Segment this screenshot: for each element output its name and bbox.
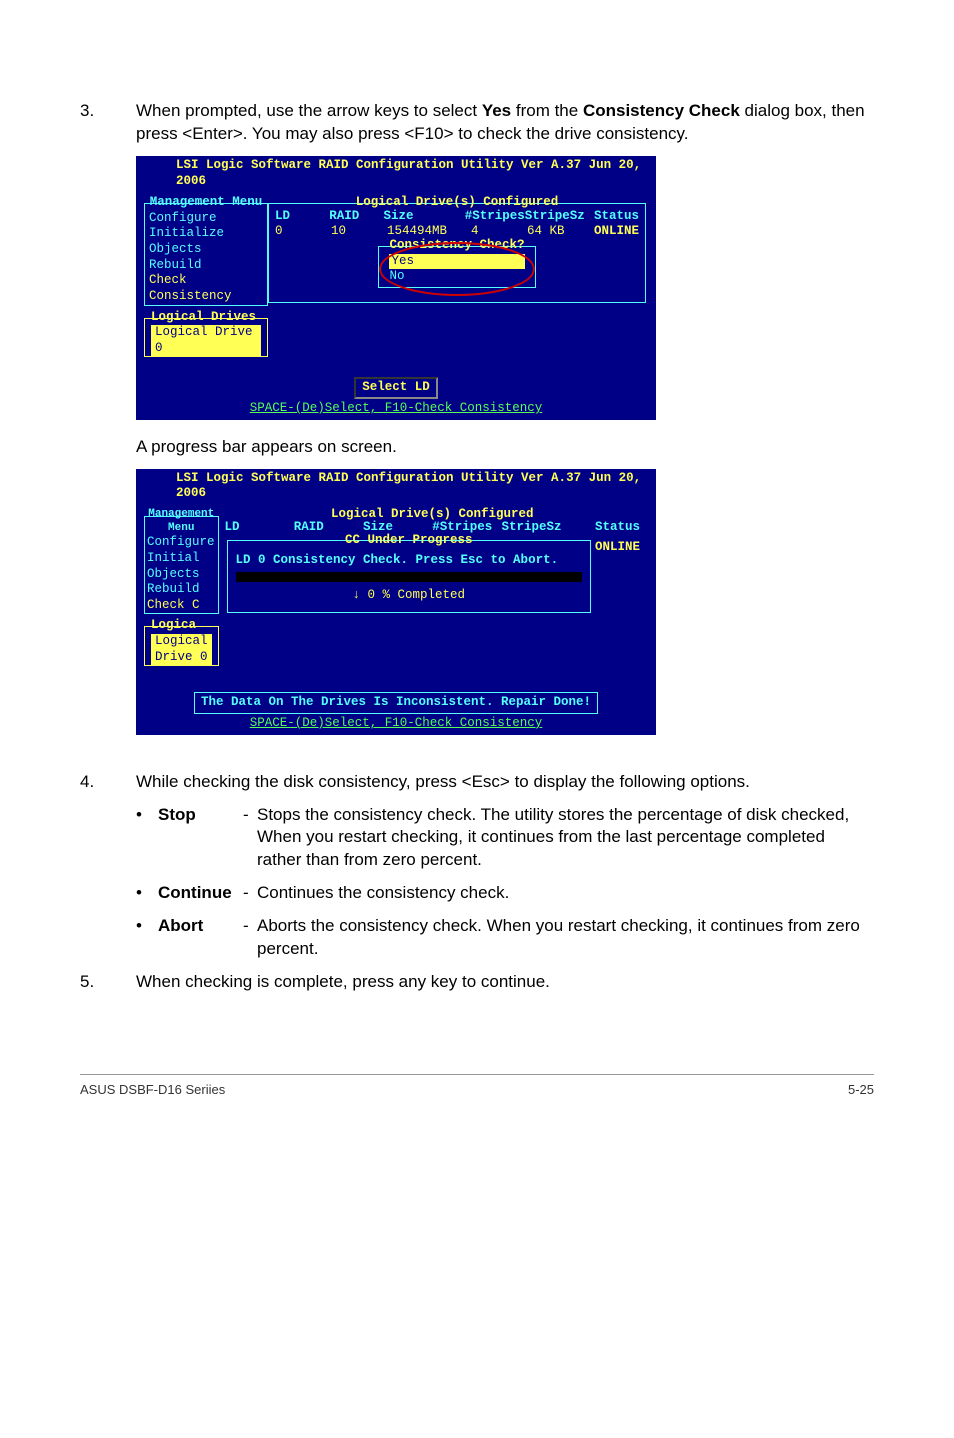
- management-menu: Management Menu Configure Initial Object…: [144, 516, 219, 615]
- bullet-icon: •: [136, 882, 158, 905]
- bullet-icon: •: [136, 915, 158, 961]
- menu-item-selected: Check Consistency: [149, 273, 263, 304]
- t: from the: [511, 101, 583, 120]
- step-number: 5.: [80, 971, 136, 994]
- option-abort: • Abort - Aborts the consistency check. …: [136, 915, 874, 961]
- yes-bold: Yes: [482, 101, 511, 120]
- progress-percent: ↓ 0 % Completed: [236, 588, 582, 604]
- status-value: ONLINE: [595, 536, 640, 617]
- option-desc: Aborts the consistency check. When you r…: [257, 915, 874, 961]
- col-stripesz: StripeSz: [525, 209, 585, 225]
- table-header: LD RAID Size #Stripes StripeSz Status: [275, 209, 639, 225]
- page-footer: ASUS DSBF-D16 Seriies 5-25: [80, 1074, 874, 1099]
- bios-screenshot-consistency-dialog: LSI Logic Software RAID Configuration Ut…: [136, 156, 656, 420]
- footer-left: ASUS DSBF-D16 Seriies: [80, 1081, 225, 1099]
- dialog-option-yes: Yes: [389, 254, 524, 270]
- col-raid: RAID: [329, 209, 383, 225]
- dash: -: [243, 804, 257, 873]
- col-size: Size: [383, 209, 464, 225]
- step-number: 3.: [80, 100, 136, 146]
- bios-footer: SPACE-(De)Select, F10-Check Consistency: [136, 399, 656, 420]
- menu-item: Objects: [147, 567, 216, 583]
- footer-right: 5-25: [848, 1081, 874, 1099]
- menu-item: Configure: [149, 211, 263, 227]
- menu-item: Initialize: [149, 226, 263, 242]
- dialog-title: Consistency Check?: [389, 238, 524, 254]
- ld-item: Logical Drive 0: [151, 634, 212, 665]
- cc-bold: Consistency Check: [583, 101, 740, 120]
- cell-status: ONLINE: [583, 224, 639, 240]
- menu-item-selected: Check C: [147, 598, 216, 614]
- repair-done-message: The Data On The Drives Is Inconsistent. …: [194, 692, 598, 714]
- ld-title: Logical Drives: [151, 310, 261, 326]
- progress-intro: A progress bar appears on screen.: [136, 436, 874, 459]
- select-ld-button: Select LD: [354, 377, 438, 399]
- panel-message: LD 0 Consistency Check. Press Esc to Abo…: [236, 553, 582, 569]
- cell: 0: [275, 224, 331, 240]
- logical-drives-box: Logica Logical Drive 0: [144, 626, 219, 666]
- progress-bar: [236, 572, 582, 582]
- step-4: 4. While checking the disk consistency, …: [80, 771, 874, 794]
- dialog-wrap: Consistency Check? Yes No: [275, 246, 639, 296]
- step-text: When checking is complete, press any key…: [136, 971, 874, 994]
- bios-title: LSI Logic Software RAID Configuration Ut…: [136, 469, 656, 502]
- option-label: Continue: [158, 882, 243, 905]
- bios-title: LSI Logic Software RAID Configuration Ut…: [136, 156, 656, 189]
- step-text: When prompted, use the arrow keys to sel…: [136, 100, 874, 146]
- bios-screenshot-progress: LSI Logic Software RAID Configuration Ut…: [136, 469, 656, 735]
- step-5: 5. When checking is complete, press any …: [80, 971, 874, 994]
- bios-footer: SPACE-(De)Select, F10-Check Consistency: [136, 714, 656, 735]
- menu-item: Rebuild: [147, 582, 216, 598]
- option-desc: Stops the consistency check. The utility…: [257, 804, 874, 873]
- col-status: Status: [585, 209, 639, 225]
- ld-title: Logica: [151, 618, 212, 634]
- menu-item: Configure: [147, 535, 216, 551]
- menu-title: Management Menu: [149, 195, 263, 211]
- option-desc: Continues the consistency check.: [257, 882, 874, 905]
- dash: -: [243, 915, 257, 961]
- menu-title: Management Menu: [147, 508, 216, 536]
- consistency-check-dialog: Consistency Check? Yes No: [378, 246, 535, 288]
- col-stripes: #Stripes: [465, 209, 525, 225]
- dialog-option-no: No: [389, 269, 524, 285]
- panel-title: CC Under Progress: [236, 533, 582, 549]
- progress-panel: CC Under Progress LD 0 Consistency Check…: [227, 540, 591, 613]
- logical-drives-box: Logical Drives Logical Drive 0: [144, 318, 268, 358]
- options-list: • Stop - Stops the consistency check. Th…: [136, 804, 874, 962]
- management-menu: Management Menu Configure Initialize Obj…: [144, 203, 268, 305]
- col-ld: LD: [275, 209, 329, 225]
- step-text: While checking the disk consistency, pre…: [136, 771, 874, 794]
- option-stop: • Stop - Stops the consistency check. Th…: [136, 804, 874, 873]
- menu-item: Initial: [147, 551, 216, 567]
- menu-item: Objects: [149, 242, 263, 258]
- option-continue: • Continue - Continues the consistency c…: [136, 882, 874, 905]
- option-label: Abort: [158, 915, 243, 961]
- ld-item: Logical Drive 0: [151, 325, 261, 356]
- option-label: Stop: [158, 804, 243, 873]
- menu-item: Rebuild: [149, 258, 263, 274]
- step-number: 4.: [80, 771, 136, 794]
- cell: 10: [331, 224, 387, 240]
- cell: 64 KB: [527, 224, 583, 240]
- t: When prompted, use the arrow keys to sel…: [136, 101, 482, 120]
- bullet-icon: •: [136, 804, 158, 873]
- dash: -: [243, 882, 257, 905]
- step-3: 3. When prompted, use the arrow keys to …: [80, 100, 874, 146]
